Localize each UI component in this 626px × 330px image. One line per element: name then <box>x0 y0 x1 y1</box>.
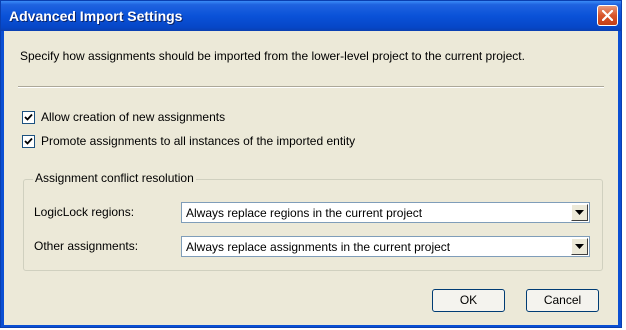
dialog-title: Advanced Import Settings <box>9 8 183 24</box>
allow-new-assignments-label: Allow creation of new assignments <box>41 110 226 124</box>
checkmark-icon <box>24 137 33 145</box>
promote-assignments-checkbox[interactable] <box>22 134 35 148</box>
description-text: Specify how assignments should be import… <box>20 49 525 63</box>
close-icon <box>602 10 613 21</box>
dialog-body: Specify how assignments should be import… <box>4 31 618 325</box>
promote-assignments-option[interactable]: Promote assignments to all instances of … <box>22 133 355 149</box>
title-bar[interactable]: Advanced Import Settings <box>1 1 621 31</box>
other-assignments-label: Other assignments: <box>34 239 139 253</box>
logiclock-regions-label: LogicLock regions: <box>34 205 135 219</box>
logiclock-regions-select[interactable]: Always replace regions in the current pr… <box>181 202 590 223</box>
separator <box>18 86 604 88</box>
ok-button[interactable]: OK <box>432 289 505 312</box>
chevron-down-icon <box>575 244 584 249</box>
dropdown-button[interactable] <box>571 204 588 221</box>
other-assignments-select[interactable]: Always replace assignments in the curren… <box>181 236 590 257</box>
conflict-resolution-group <box>23 179 603 271</box>
cancel-button[interactable]: Cancel <box>526 289 599 312</box>
allow-new-assignments-option[interactable]: Allow creation of new assignments <box>22 109 225 125</box>
promote-assignments-label: Promote assignments to all instances of … <box>41 134 356 148</box>
dialog-window: Advanced Import Settings Specify how ass… <box>0 0 622 328</box>
checkmark-icon <box>24 113 33 121</box>
chevron-down-icon <box>575 210 584 215</box>
dropdown-button[interactable] <box>571 238 588 255</box>
close-button[interactable] <box>597 5 618 26</box>
logiclock-regions-value: Always replace regions in the current pr… <box>186 206 423 220</box>
group-legend: Assignment conflict resolution <box>33 171 196 185</box>
other-assignments-value: Always replace assignments in the curren… <box>186 240 451 254</box>
allow-new-assignments-checkbox[interactable] <box>22 110 35 124</box>
